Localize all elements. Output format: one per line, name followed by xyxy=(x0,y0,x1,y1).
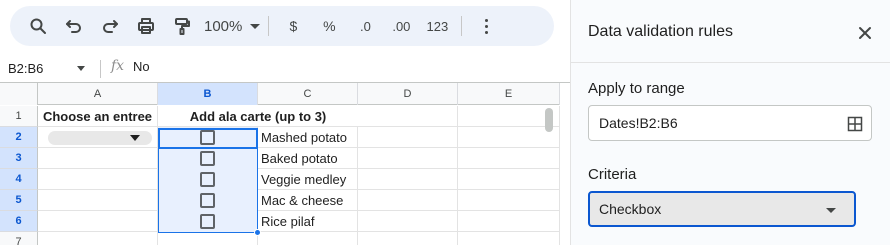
cell-b3[interactable] xyxy=(158,148,258,169)
decrease-decimal-button[interactable]: .0 xyxy=(351,12,379,40)
cell-d6[interactable] xyxy=(358,211,458,232)
zoom-select[interactable]: 100% xyxy=(204,17,261,35)
cell-c4[interactable]: Veggie medley xyxy=(258,169,358,190)
cell-e3[interactable] xyxy=(458,148,560,169)
column-headers: A B C D E xyxy=(0,83,560,105)
cell-b4[interactable] xyxy=(158,169,258,190)
cell-c3[interactable]: Baked potato xyxy=(258,148,358,169)
row-header-7[interactable]: 7 xyxy=(0,232,38,245)
formula-input[interactable]: No xyxy=(133,59,150,74)
cell-b5[interactable] xyxy=(158,190,258,211)
table-row: Mac & cheese xyxy=(38,190,560,211)
cell-b7[interactable] xyxy=(158,232,258,245)
increase-decimal-button[interactable]: .00 xyxy=(387,12,415,40)
select-range-icon[interactable] xyxy=(847,116,863,132)
cell-b1[interactable]: Add ala carte (up to 3) xyxy=(158,106,358,127)
row-header-4[interactable]: 4 xyxy=(0,169,38,190)
row-header-3[interactable]: 3 xyxy=(0,148,38,169)
cell-d4[interactable] xyxy=(358,169,458,190)
formula-divider xyxy=(100,60,101,78)
cell-d1[interactable] xyxy=(358,106,458,127)
cell-d7[interactable] xyxy=(358,232,458,245)
cell-b6[interactable] xyxy=(158,211,258,232)
cell-a2[interactable] xyxy=(38,127,158,148)
cell-e5[interactable] xyxy=(458,190,560,211)
data-validation-panel: Data validation rules Apply to range Dat… xyxy=(570,0,890,245)
table-row: Choose an entree Add ala carte (up to 3) xyxy=(38,106,560,127)
row-header-1[interactable]: 1 xyxy=(0,106,38,127)
search-icon[interactable] xyxy=(24,12,52,40)
table-row: Baked potato xyxy=(38,148,560,169)
table-row: Veggie medley xyxy=(38,169,560,190)
cell-e6[interactable] xyxy=(458,211,560,232)
print-icon[interactable] xyxy=(132,12,160,40)
cell-c7[interactable] xyxy=(258,232,358,245)
checkbox[interactable] xyxy=(200,151,215,166)
vertical-scrollbar[interactable] xyxy=(545,108,553,132)
cell-d3[interactable] xyxy=(358,148,458,169)
cell-b2[interactable] xyxy=(158,127,258,148)
chevron-down-icon xyxy=(826,208,836,213)
toolbar-divider xyxy=(461,16,463,36)
fill-handle[interactable] xyxy=(254,229,261,236)
checkbox[interactable] xyxy=(200,193,215,208)
cell-e4[interactable] xyxy=(458,169,560,190)
zoom-value: 100% xyxy=(204,17,243,35)
more-options-icon[interactable] xyxy=(472,12,500,40)
spreadsheet-grid: A B C D E 1 2 3 4 5 6 7 Choose an entree… xyxy=(0,83,560,245)
table-row xyxy=(38,232,560,245)
row-header-6[interactable]: 6 xyxy=(0,211,38,232)
criteria-label: Criteria xyxy=(588,166,637,183)
cell-a3[interactable] xyxy=(38,148,158,169)
column-header-d[interactable]: D xyxy=(358,83,458,105)
cell-e7[interactable] xyxy=(458,232,560,245)
column-header-a[interactable]: A xyxy=(38,83,158,105)
undo-icon[interactable] xyxy=(60,12,88,40)
chevron-down-icon xyxy=(130,134,140,141)
column-header-b[interactable]: B xyxy=(158,83,258,105)
apply-to-range-label: Apply to range xyxy=(588,80,685,97)
cell-a1[interactable]: Choose an entree xyxy=(38,106,158,127)
chevron-down-icon xyxy=(250,23,261,29)
range-input-value: Dates!B2:B6 xyxy=(599,115,678,131)
cell-c2[interactable]: Mashed potato xyxy=(258,127,358,148)
row-header-2[interactable]: 2 xyxy=(0,127,38,148)
checkbox[interactable] xyxy=(200,130,215,145)
number-format-button[interactable]: 123 xyxy=(423,12,451,40)
paint-format-icon[interactable] xyxy=(168,12,196,40)
cell-c5[interactable]: Mac & cheese xyxy=(258,190,358,211)
dropdown-chip[interactable] xyxy=(48,130,152,145)
name-box[interactable]: B2:B6 xyxy=(8,56,103,80)
column-header-c[interactable]: C xyxy=(258,83,358,105)
column-header-e[interactable]: E xyxy=(458,83,560,105)
cell-a7[interactable] xyxy=(38,232,158,245)
cell-a6[interactable] xyxy=(38,211,158,232)
redo-icon[interactable] xyxy=(96,12,124,40)
cell-d5[interactable] xyxy=(358,190,458,211)
fx-icon: fx xyxy=(111,58,125,74)
panel-divider xyxy=(571,62,890,63)
criteria-select[interactable]: Checkbox xyxy=(588,191,856,227)
currency-format-button[interactable]: $ xyxy=(279,12,307,40)
toolbar: 100% $ % .0 .00 123 xyxy=(10,6,554,46)
range-input[interactable]: Dates!B2:B6 xyxy=(588,105,872,141)
toolbar-divider xyxy=(268,16,270,36)
select-all-corner[interactable] xyxy=(0,83,38,105)
name-box-value: B2:B6 xyxy=(8,60,44,76)
percent-format-button[interactable]: % xyxy=(315,12,343,40)
checkbox[interactable] xyxy=(200,214,215,229)
cell-a4[interactable] xyxy=(38,169,158,190)
table-row: Rice pilaf xyxy=(38,211,560,232)
criteria-select-value: Checkbox xyxy=(599,201,662,217)
checkbox[interactable] xyxy=(200,172,215,187)
cell-c6[interactable]: Rice pilaf xyxy=(258,211,358,232)
chevron-down-icon xyxy=(77,65,86,71)
cell-d2[interactable] xyxy=(358,127,458,148)
panel-title: Data validation rules xyxy=(588,23,733,40)
cell-a5[interactable] xyxy=(38,190,158,211)
row-header-5[interactable]: 5 xyxy=(0,190,38,211)
table-row: Mashed potato xyxy=(38,127,560,148)
close-icon[interactable] xyxy=(856,24,874,42)
